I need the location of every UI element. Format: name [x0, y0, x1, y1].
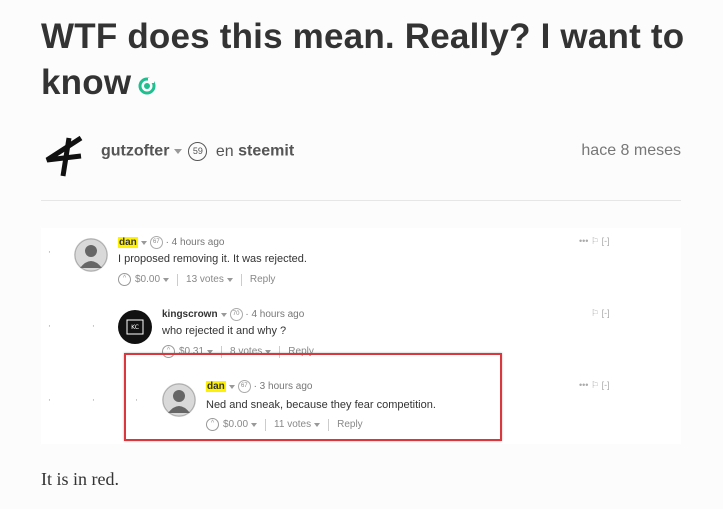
separator — [240, 273, 242, 286]
votes-dropdown-icon[interactable] — [226, 277, 233, 282]
thread-dot: · — [92, 322, 95, 332]
community-link[interactable]: steemit — [238, 143, 294, 160]
author-reputation-badge: 59 — [188, 142, 208, 161]
comment-footer: ^ $0.00 13 votes Reply — [118, 273, 275, 286]
author-dropdown-icon[interactable] — [174, 149, 183, 154]
reputation-badge: 67 — [149, 236, 163, 249]
payout-value[interactable]: $0.00 — [135, 274, 160, 285]
svg-text:KC: KC — [131, 324, 139, 331]
reply-link[interactable]: Reply — [250, 274, 276, 285]
payout-dropdown-icon[interactable] — [163, 277, 170, 282]
comment-time: · 4 hours ago — [245, 309, 305, 321]
collapse-toggle[interactable]: [-] — [602, 380, 610, 390]
comment-author[interactable]: kingscrown — [162, 309, 218, 320]
author-dropdown-icon[interactable] — [140, 240, 147, 245]
votes-count[interactable]: 13 votes — [186, 274, 224, 285]
comment-controls: ••• ⚐ [-] — [579, 236, 610, 247]
comment-author[interactable]: dan — [118, 237, 138, 249]
divider — [41, 200, 681, 201]
reputation-badge: 70 — [229, 308, 243, 321]
thread-dot: · — [92, 396, 95, 406]
post-author-row: gutzofter 59 en steemit hace 8 meses — [41, 130, 681, 178]
author-name-link[interactable]: gutzofter — [101, 143, 169, 160]
flag-icon[interactable]: ⚐ — [591, 308, 599, 318]
comment-avatar[interactable] — [74, 238, 108, 272]
flag-icon[interactable]: ⚐ — [591, 236, 599, 246]
comment-time: · 4 hours ago — [165, 237, 225, 249]
thread-dot: · — [48, 322, 51, 332]
author-dropdown-icon[interactable] — [220, 312, 227, 317]
in-label: en — [215, 142, 234, 160]
upvote-icon[interactable]: ^ — [118, 273, 131, 286]
comment-controls: ••• ⚐ [-] — [579, 380, 610, 391]
comment-avatar[interactable]: KC — [118, 310, 152, 344]
post-title: WTF does this mean. Really? I want to kn… — [41, 14, 701, 108]
comment-header: kingscrown 70 · 4 hours ago — [162, 308, 304, 321]
post-time: hace 8 meses — [581, 142, 681, 159]
steem-logo-icon — [137, 62, 157, 108]
thread-dot: · — [48, 396, 51, 406]
comment-header: dan 67 · 4 hours ago — [118, 236, 225, 249]
collapse-toggle[interactable]: [-] — [602, 308, 610, 318]
comment-body: who rejected it and why ? — [162, 325, 287, 337]
more-icon[interactable]: ••• — [579, 236, 588, 246]
thread-dot: · — [48, 248, 51, 258]
more-icon[interactable]: ••• — [579, 380, 588, 390]
red-highlight-box — [124, 353, 502, 441]
comment-controls: ⚐ [-] — [591, 308, 610, 319]
separator — [177, 273, 179, 286]
author-info: gutzofter 59 en steemit — [101, 142, 294, 161]
comment-body: I proposed removing it. It was rejected. — [118, 253, 307, 265]
flag-icon[interactable]: ⚐ — [591, 380, 599, 390]
author-avatar[interactable] — [41, 134, 89, 178]
caption-text: It is in red. — [41, 469, 119, 489]
collapse-toggle[interactable]: [-] — [602, 236, 610, 246]
